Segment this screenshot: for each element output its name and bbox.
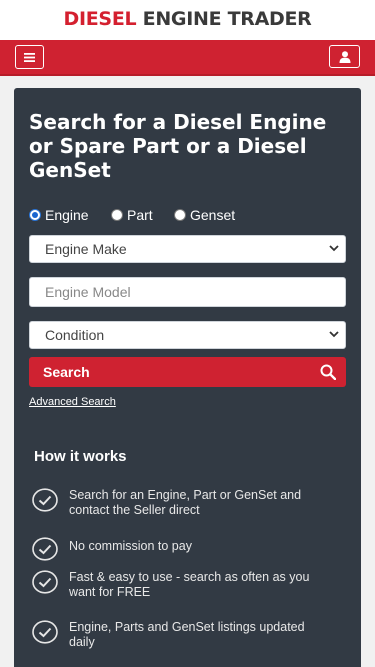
check-circle-icon <box>32 620 58 644</box>
search-title: Search for a Diesel Engine or Spare Part… <box>29 110 327 182</box>
menu-button[interactable] <box>15 45 44 69</box>
radio-genset-label: Genset <box>190 207 236 223</box>
engine-model-input[interactable]: Engine Model <box>29 277 346 307</box>
chevron-down-icon <box>329 245 339 252</box>
user-icon <box>339 50 350 63</box>
brand-header: DIESEL ENGINE TRADER <box>0 0 375 40</box>
engine-model-placeholder: Engine Model <box>45 284 131 300</box>
search-button-label: Search <box>43 364 90 380</box>
check-circle-icon <box>32 488 58 512</box>
radio-part-label: Part <box>127 207 153 223</box>
site-logo[interactable]: DIESEL ENGINE TRADER <box>0 8 375 30</box>
advanced-search-link[interactable]: Advanced Search <box>29 396 116 408</box>
radio-genset[interactable]: Genset <box>174 207 235 223</box>
how-step-text: No commission to pay <box>69 539 192 553</box>
check-circle-icon <box>32 537 58 561</box>
radio-genset-control[interactable] <box>174 209 186 221</box>
how-it-works-title: How it works <box>34 448 127 465</box>
how-step-text: Engine, Parts and GenSet listings update… <box>69 620 305 649</box>
how-step-text: Search for an Engine, Part or GenSet and… <box>69 488 302 517</box>
account-button[interactable] <box>329 45 360 68</box>
engine-make-value: Engine Make <box>45 241 127 257</box>
condition-value: Condition <box>45 327 105 343</box>
condition-select[interactable]: Condition <box>29 321 346 349</box>
logo-word-diesel: DIESEL <box>63 8 137 30</box>
radio-part[interactable]: Part <box>111 207 153 223</box>
search-card: Search for a Diesel Engine or Spare Part… <box>14 88 361 667</box>
logo-word-engine-trader: ENGINE TRADER <box>142 8 312 30</box>
top-navbar <box>0 40 375 76</box>
search-icon <box>320 364 336 380</box>
engine-make-select[interactable]: Engine Make <box>29 235 346 263</box>
hamburger-icon <box>24 52 35 62</box>
radio-engine[interactable]: Engine <box>29 207 89 223</box>
radio-part-control[interactable] <box>111 209 123 221</box>
radio-engine-label: Engine <box>45 207 89 223</box>
how-step-text: Fast & easy to use - search as often as … <box>69 570 310 599</box>
chevron-down-icon <box>329 331 339 338</box>
search-button[interactable]: Search <box>29 357 346 387</box>
check-circle-icon <box>32 570 58 594</box>
radio-engine-control[interactable] <box>29 209 41 221</box>
